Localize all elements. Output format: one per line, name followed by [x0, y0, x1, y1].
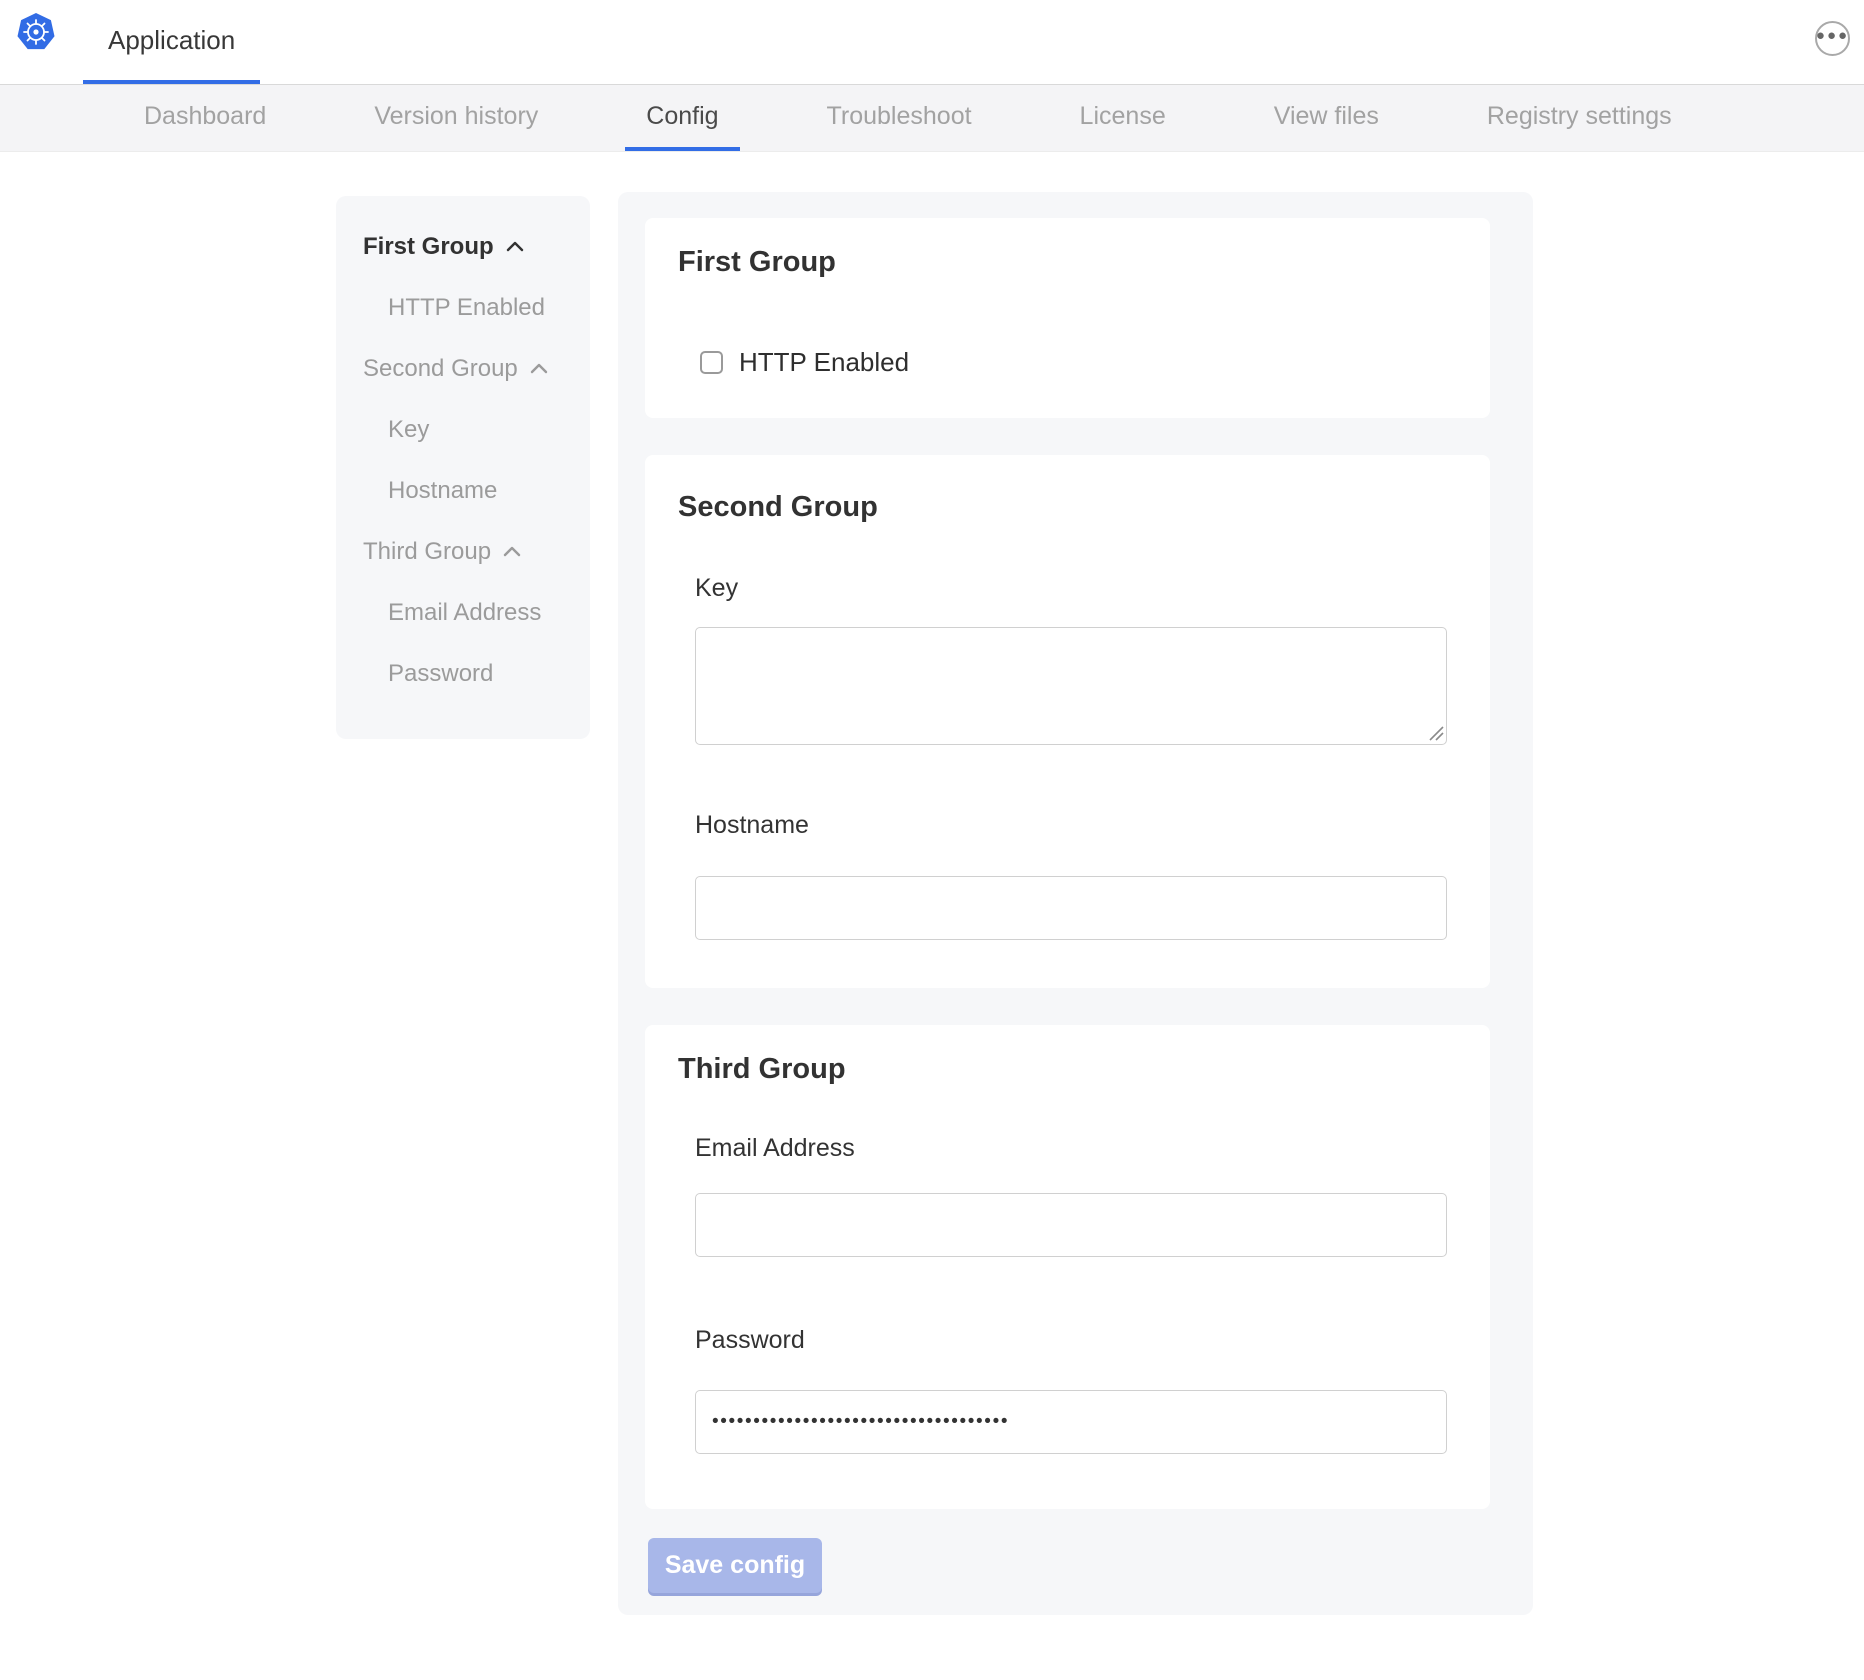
tab-license[interactable]: License — [1059, 85, 1187, 151]
http-enabled-field: HTTP Enabled — [700, 347, 909, 378]
tab-troubleshoot[interactable]: Troubleshoot — [806, 85, 993, 151]
sidebar-item-key[interactable]: Key — [336, 399, 590, 460]
key-label: Key — [695, 574, 738, 603]
chevron-up-icon — [530, 363, 548, 374]
sidebar-item-third-group[interactable]: Third Group — [336, 521, 590, 582]
sidebar-item-http-enabled[interactable]: HTTP Enabled — [336, 277, 590, 338]
email-address-input[interactable] — [695, 1193, 1447, 1257]
sidebar-item-hostname[interactable]: Hostname — [336, 460, 590, 521]
email-address-label: Email Address — [695, 1134, 855, 1163]
app-window: Application ●●● Dashboard Version histor… — [0, 0, 1864, 1680]
group-title: Third Group — [678, 1053, 846, 1086]
group-title: Second Group — [678, 491, 878, 524]
http-enabled-checkbox[interactable] — [700, 351, 723, 374]
chevron-up-icon — [503, 546, 521, 557]
app-nav-tabs: Dashboard Version history Config Trouble… — [0, 85, 1864, 152]
chevron-up-icon — [506, 241, 524, 252]
application-tab[interactable]: Application — [83, 0, 260, 84]
config-panel: First Group HTTP Enabled Second Group Ke… — [618, 192, 1533, 1615]
config-group-second: Second Group Key Hostname — [645, 455, 1490, 988]
resize-handle-icon[interactable] — [1429, 726, 1444, 741]
hostname-label: Hostname — [695, 811, 809, 840]
key-field — [695, 627, 1447, 745]
group-title: First Group — [678, 246, 836, 279]
save-config-button[interactable]: Save config — [648, 1538, 822, 1593]
sidebar-item-first-group[interactable]: First Group — [336, 216, 590, 277]
tab-view-files[interactable]: View files — [1253, 85, 1400, 151]
config-group-first: First Group HTTP Enabled — [645, 218, 1490, 418]
tab-registry-settings[interactable]: Registry settings — [1466, 85, 1693, 151]
key-textarea[interactable] — [695, 627, 1447, 745]
sidebar-item-password[interactable]: Password — [336, 643, 590, 704]
sidebar-item-second-group[interactable]: Second Group — [336, 338, 590, 399]
kubernetes-logo-icon — [16, 12, 56, 52]
tab-config[interactable]: Config — [625, 85, 739, 151]
http-enabled-label[interactable]: HTTP Enabled — [739, 347, 909, 378]
tab-dashboard[interactable]: Dashboard — [123, 85, 287, 151]
sidebar-item-email-address[interactable]: Email Address — [336, 582, 590, 643]
more-options-button[interactable]: ●●● — [1815, 21, 1850, 56]
password-label: Password — [695, 1326, 805, 1355]
config-sidebar: First Group HTTP Enabled Second Group Ke… — [336, 196, 590, 739]
hostname-input[interactable] — [695, 876, 1447, 940]
ellipsis-icon: ●●● — [1816, 28, 1849, 43]
password-input[interactable] — [695, 1390, 1447, 1454]
tab-version-history[interactable]: Version history — [353, 85, 559, 151]
top-bar: Application ●●● — [0, 0, 1864, 85]
config-group-third: Third Group Email Address Password — [645, 1025, 1490, 1509]
